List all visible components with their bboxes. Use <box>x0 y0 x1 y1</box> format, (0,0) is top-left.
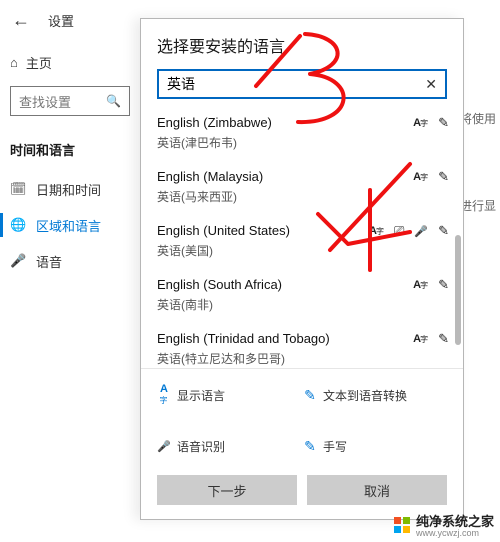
cancel-button[interactable]: 取消 <box>307 475 447 505</box>
language-name-en: English (Trinidad and Tobago) <box>157 331 447 346</box>
text-to-speech-icon <box>413 331 428 347</box>
settings-sidebar: ⌂ 主页 查找设置 🔍 时间和语言 🗓 日期和时间 🌐 区域和语言 🎤 语音 <box>0 40 140 542</box>
nav-speech-label: 语音 <box>36 252 62 271</box>
nav-region-language-icon: 🌐 <box>10 217 26 233</box>
settings-nav: 🗓 日期和时间 🌐 区域和语言 🎤 语音 <box>10 171 130 279</box>
language-name-zh: 英语(马来西亚) <box>157 188 447 205</box>
legend-speech-label: 语音识别 <box>177 438 225 455</box>
text-to-speech-icon <box>413 169 428 185</box>
home-icon: ⌂ <box>10 55 18 70</box>
tts-icon: ✎ <box>303 387 317 404</box>
watermark-text: 纯净系统之家 www.ycwzj.com <box>416 511 494 538</box>
language-search-input[interactable] <box>167 76 423 92</box>
section-title: 时间和语言 <box>10 140 130 159</box>
legend-tts-label: 文本到语音转换 <box>323 387 407 404</box>
search-icon: 🔍 <box>106 94 121 108</box>
nav-date-time-icon: 🗓 <box>10 181 26 197</box>
language-capabilities: ✎ <box>413 115 449 131</box>
nav-region-language[interactable]: 🌐 区域和语言 <box>10 207 130 243</box>
home-label: 主页 <box>26 53 52 72</box>
legend-handwriting: ✎ 手写 <box>303 438 423 455</box>
watermark: 纯净系统之家 www.ycwzj.com <box>394 511 494 538</box>
nav-date-time-label: 日期和时间 <box>36 180 101 199</box>
language-name-en: English (Zimbabwe) <box>157 115 447 130</box>
capability-legend: 显示语言 ✎ 文本到语音转换 🎤 语音识别 ✎ 手写 <box>141 368 463 465</box>
legend-display-language: 显示语言 <box>157 379 277 412</box>
settings-search[interactable]: 查找设置 🔍 <box>10 86 130 116</box>
dialog-title: 选择要安装的语言 <box>157 33 447 57</box>
language-item[interactable]: English (Trinidad and Tobago) 英语(特立尼达和多巴哥… <box>141 323 463 368</box>
language-capabilities: ✎ <box>413 169 449 185</box>
language-item[interactable]: English (South Africa) 英语(南非) ✎ <box>141 269 463 323</box>
language-item[interactable]: English (United States)英语(美国)⎚🎤✎ <box>141 215 463 269</box>
handwriting-icon: ✎ <box>438 169 449 185</box>
legend-tts: ✎ 文本到语音转换 <box>303 379 423 412</box>
language-name-en: English (Malaysia) <box>157 169 447 184</box>
handwriting-legend-icon: ✎ <box>303 438 317 455</box>
handwriting-icon: ✎ <box>438 115 449 131</box>
nav-speech-icon: 🎤 <box>10 253 26 269</box>
language-name-zh: 英语(南非) <box>157 296 447 313</box>
scrollbar-thumb[interactable] <box>455 235 461 345</box>
legend-speech: 🎤 语音识别 <box>157 438 277 455</box>
text-to-speech-icon <box>369 223 384 239</box>
language-capabilities: ✎ <box>413 277 449 293</box>
language-name-zh: 英语(津巴布韦) <box>157 134 447 151</box>
language-list[interactable]: English (Zimbabwe)英语(津巴布韦)✎English (Mala… <box>141 107 463 368</box>
settings-title: 设置 <box>48 11 74 30</box>
nav-date-time[interactable]: 🗓 日期和时间 <box>10 171 130 207</box>
display-icon: ⎚ <box>394 223 404 239</box>
speech-icon: 🎤 <box>157 440 171 453</box>
legend-handwriting-label: 手写 <box>323 438 347 455</box>
nav-region-language-label: 区域和语言 <box>36 216 101 235</box>
language-capabilities: ✎ <box>413 331 449 347</box>
add-language-dialog: 选择要安装的语言 ✕ English (Zimbabwe)英语(津巴布韦)✎En… <box>140 18 464 520</box>
text-to-speech-icon <box>413 277 428 293</box>
right-hint-2: 进行显 <box>460 197 500 214</box>
language-name-en: English (South Africa) <box>157 277 447 292</box>
right-hints: 将使用 进行显 <box>460 110 500 284</box>
next-button[interactable]: 下一步 <box>157 475 297 505</box>
legend-display-language-label: 显示语言 <box>177 387 225 404</box>
language-item[interactable]: English (Zimbabwe) 英语(津巴布韦) ✎ <box>141 107 463 161</box>
handwriting-icon: ✎ <box>438 277 449 293</box>
language-capabilities: ⎚ 🎤 ✎ <box>369 223 449 239</box>
language-search[interactable]: ✕ <box>157 69 447 99</box>
text-to-speech-icon <box>413 115 428 131</box>
language-name-zh: 英语(特立尼达和多巴哥) <box>157 350 447 367</box>
right-hint-1: 将使用 <box>460 110 500 127</box>
back-icon[interactable]: ← <box>12 10 30 31</box>
mic-icon: 🎤 <box>414 223 428 239</box>
home-link[interactable]: ⌂ 主页 <box>10 48 130 76</box>
language-name-zh: 英语(美国) <box>157 242 447 259</box>
clear-search-icon[interactable]: ✕ <box>423 76 439 93</box>
nav-speech[interactable]: 🎤 语音 <box>10 243 130 279</box>
settings-search-placeholder: 查找设置 <box>19 92 71 111</box>
display-language-icon <box>157 379 171 412</box>
language-item[interactable]: English (Malaysia) 英语(马来西亚) ✎ <box>141 161 463 215</box>
watermark-logo-icon <box>394 517 410 533</box>
handwriting-icon: ✎ <box>438 331 449 347</box>
handwriting-icon: ✎ <box>438 223 449 239</box>
